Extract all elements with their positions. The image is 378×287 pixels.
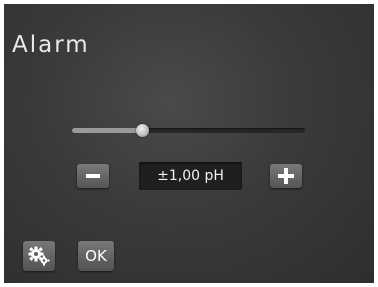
alarm-value-text: ±1,00 pH	[157, 168, 224, 184]
increment-button[interactable]	[270, 164, 302, 188]
alarm-screen: Alarm ±1,00 pH OK	[4, 4, 374, 283]
alarm-value-display: ±1,00 pH	[139, 162, 242, 190]
ok-button[interactable]: OK	[78, 241, 114, 271]
gears-icon	[28, 246, 50, 266]
page-title: Alarm	[12, 32, 90, 58]
decrement-button[interactable]	[77, 164, 109, 188]
slider-fill	[72, 128, 142, 133]
ok-button-label: OK	[85, 247, 107, 265]
settings-button[interactable]	[23, 241, 55, 271]
minus-icon	[86, 174, 100, 178]
alarm-slider[interactable]	[72, 124, 305, 138]
plus-icon	[278, 168, 294, 184]
slider-thumb[interactable]	[135, 124, 149, 137]
